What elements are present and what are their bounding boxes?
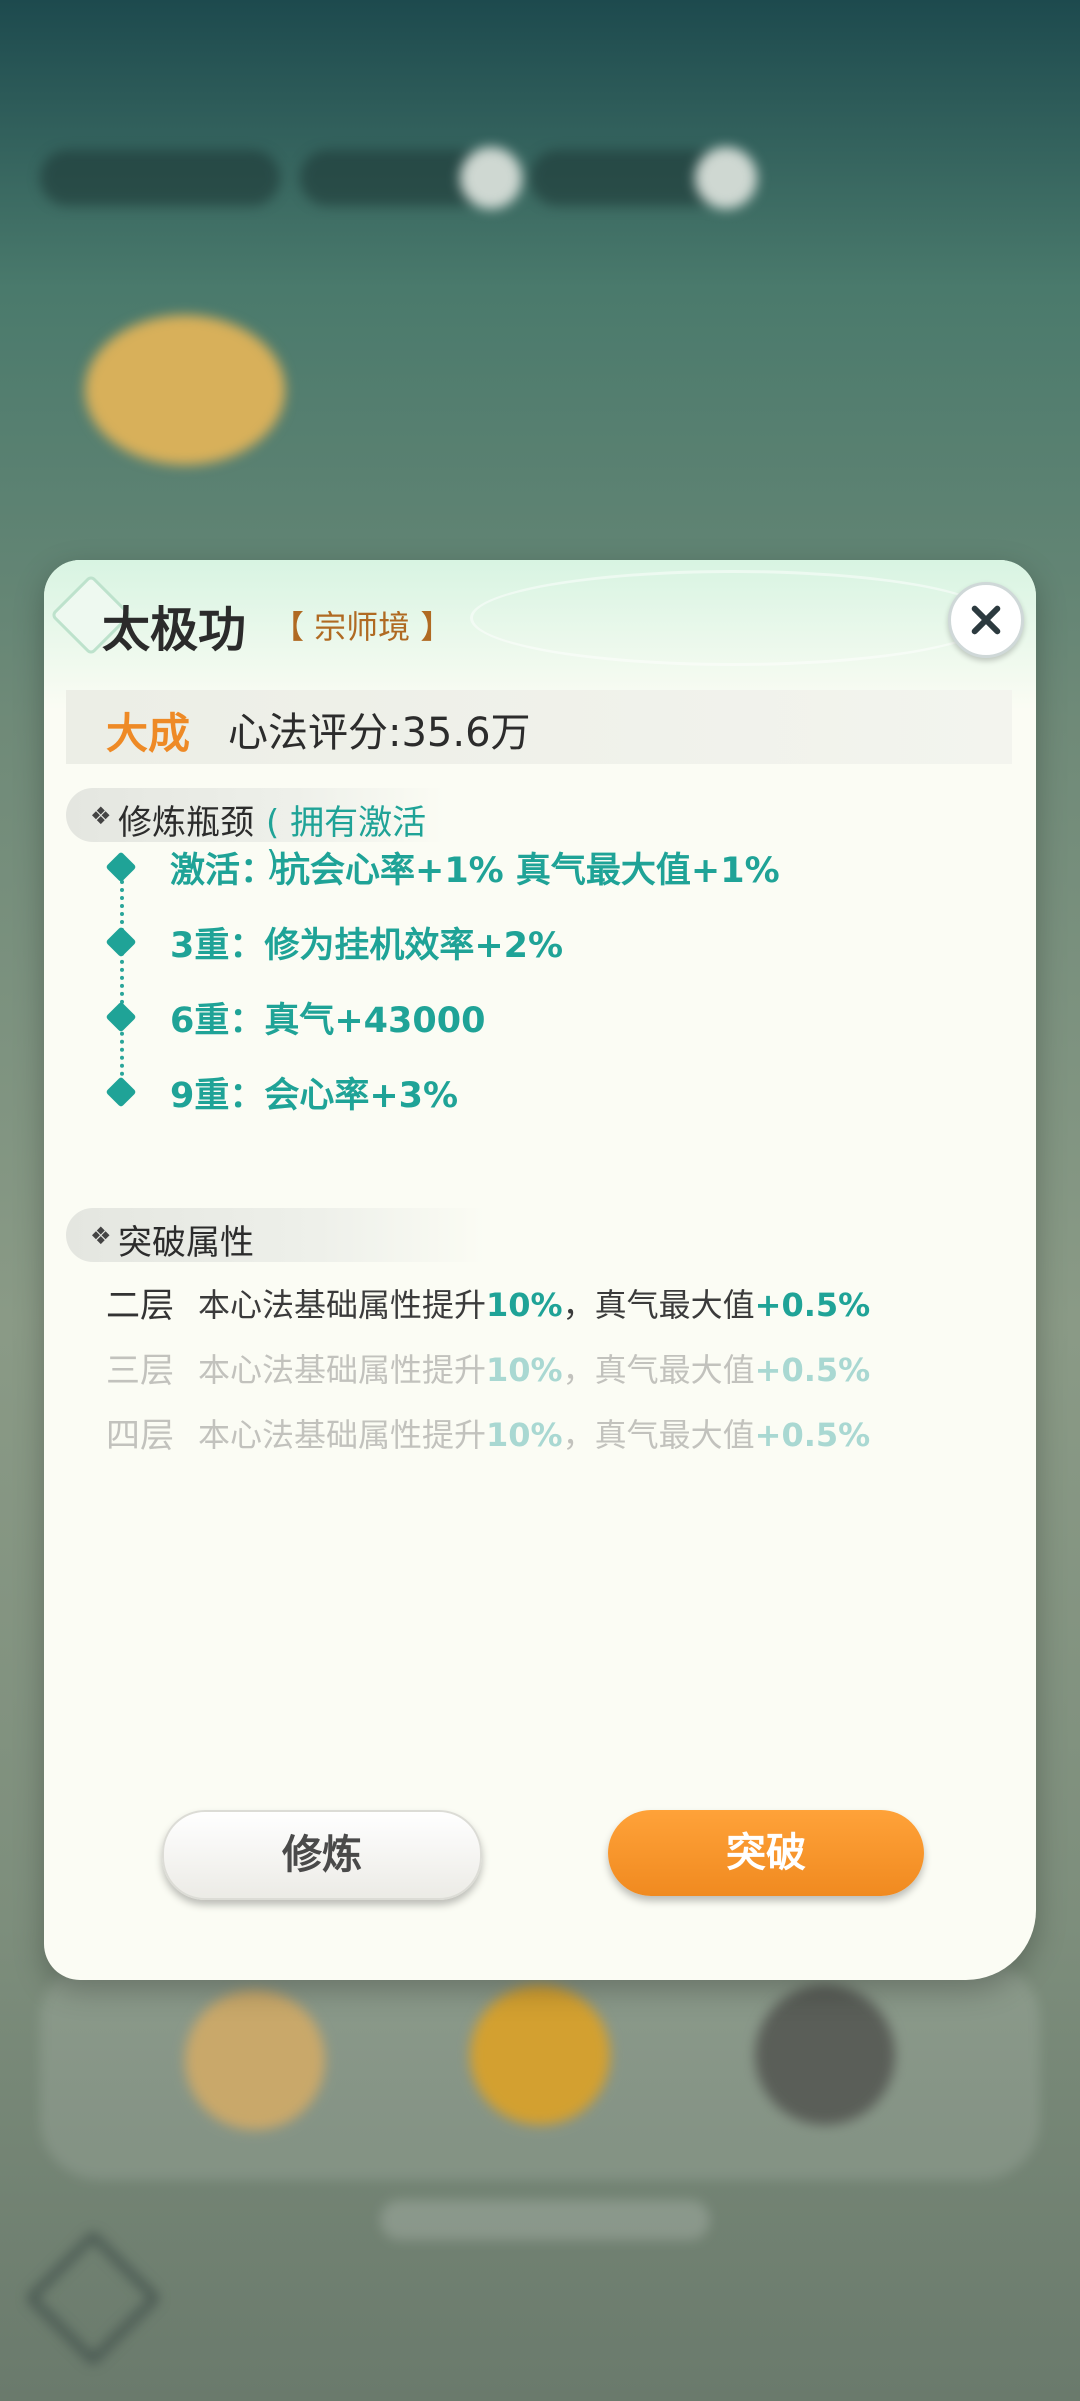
- desc-text: 本心法基础属性提升: [198, 1286, 487, 1324]
- desc-number: 10%: [486, 1416, 563, 1454]
- character-portrait: [85, 315, 285, 465]
- score-bar: 大成 心法评分:35.6万: [66, 690, 1012, 764]
- list-item: 6重：真气+43000: [44, 992, 1036, 1052]
- diamond-bullet-icon: [105, 851, 137, 883]
- desc-text: ，真气最大值: [562, 1416, 755, 1454]
- tier-description: 本心法基础属性提升10%，真气最大值+0.5%: [198, 1345, 870, 1391]
- skill-title: 太极功: [102, 602, 247, 658]
- bottleneck-effect: 激活：抗会心率+1% 真气最大值+1%: [170, 851, 780, 891]
- close-icon[interactable]: [948, 582, 1024, 658]
- list-item: 9重：会心率+3%: [44, 1067, 1036, 1127]
- list-item: 3重：修为挂机效率+2%: [44, 917, 1036, 977]
- desc-number: 10%: [486, 1286, 563, 1324]
- skill-slot-2: [470, 1985, 610, 2125]
- desc-text: ，真气最大值: [562, 1351, 755, 1389]
- tier-description: 本心法基础属性提升10%，真气最大值+0.5%: [198, 1410, 870, 1456]
- mastery-level: 大成: [106, 709, 191, 758]
- cultivate-button[interactable]: 修炼: [162, 1810, 482, 1900]
- cloud-decoration: [470, 570, 996, 666]
- menu-diamond-icon: [25, 2230, 161, 2366]
- breakthrough-title: 突破属性: [118, 1223, 254, 1263]
- breakthrough-header: ❖ 突破属性: [66, 1208, 486, 1263]
- desc-text: ，真气最大值: [562, 1286, 755, 1324]
- bottom-score-note: [380, 2200, 710, 2240]
- diamond-bullet-icon: [105, 1076, 137, 1108]
- list-item: 激活：抗会心率+1% 真气最大值+1%: [44, 842, 1036, 902]
- diamond-icon: ❖: [90, 802, 112, 830]
- breakthrough-row: 四层 本心法基础属性提升10%，真气最大值+0.5%: [106, 1408, 1006, 1458]
- bottleneck-effect: 3重：修为挂机效率+2%: [170, 926, 564, 966]
- add-resource-2-icon: [695, 147, 757, 209]
- skill-rank: 【 宗师境 】: [272, 608, 453, 646]
- bottleneck-effect: 6重：真气+43000: [170, 1001, 486, 1041]
- bottleneck-connector: [120, 872, 124, 1092]
- skill-slot-1: [185, 1990, 325, 2130]
- diamond-bullet-icon: [105, 926, 137, 958]
- desc-number: +0.5%: [754, 1286, 871, 1324]
- diamond-icon: ❖: [90, 1222, 112, 1250]
- tier-description: 本心法基础属性提升10%，真气最大值+0.5%: [198, 1280, 870, 1326]
- tier-label: 二层: [106, 1286, 174, 1326]
- player-info-pill: [40, 150, 280, 206]
- desc-number: +0.5%: [754, 1416, 871, 1454]
- tier-label: 三层: [106, 1351, 174, 1391]
- skill-slot-3: [755, 1985, 895, 2125]
- desc-number: +0.5%: [754, 1351, 871, 1389]
- bottleneck-header: ❖ 修炼瓶颈 ( 拥有激活 ): [66, 788, 446, 884]
- resource-bar: [40, 147, 760, 210]
- desc-text: 本心法基础属性提升: [198, 1416, 487, 1454]
- bottleneck-effect: 9重：会心率+3%: [170, 1076, 459, 1116]
- tier-label: 四层: [106, 1416, 174, 1456]
- skill-score: 心法评分:35.6万: [228, 710, 531, 756]
- bottleneck-list: 激活：抗会心率+1% 真气最大值+1% 3重：修为挂机效率+2% 6重：真气+4…: [44, 842, 1036, 1262]
- breakthrough-button[interactable]: 突破: [608, 1810, 924, 1896]
- desc-number: 10%: [486, 1351, 563, 1389]
- bottleneck-title: 修炼瓶颈: [118, 803, 254, 843]
- add-resource-1-icon: [460, 147, 522, 209]
- diamond-bullet-icon: [105, 1001, 137, 1033]
- breakthrough-row: 二层 本心法基础属性提升10%，真气最大值+0.5%: [106, 1278, 1006, 1328]
- skill-detail-modal: 太极功 【 宗师境 】 大成 心法评分:35.6万 ❖ 修炼瓶颈 ( 拥有激活 …: [44, 560, 1036, 1980]
- desc-text: 本心法基础属性提升: [198, 1351, 487, 1389]
- breakthrough-row: 三层 本心法基础属性提升10%，真气最大值+0.5%: [106, 1343, 1006, 1393]
